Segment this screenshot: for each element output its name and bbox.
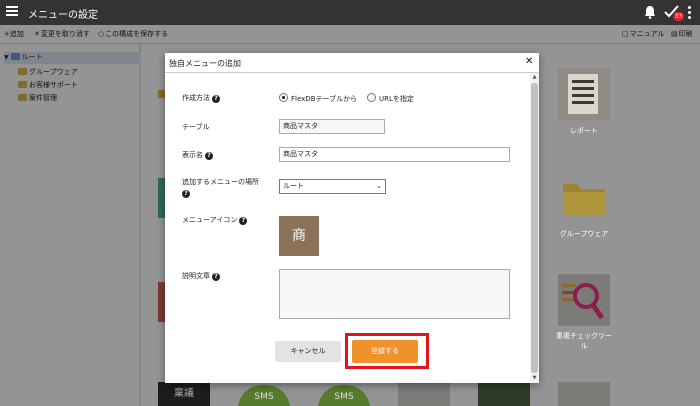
radio-url-label[interactable]: URLを指定 [379, 94, 414, 104]
help-icon[interactable]: ? [239, 217, 248, 225]
app-header: メニューの設定 33 [0, 0, 700, 25]
scroll-up-icon[interactable]: ▲ [531, 74, 538, 81]
duplicate-check-label-line2: ル [580, 342, 588, 350]
partial-tile-icon[interactable] [558, 382, 610, 406]
close-icon[interactable]: ✕ [525, 57, 533, 67]
menu-icon-preview[interactable]: 商 [279, 216, 319, 256]
table-field[interactable]: 商品マスタ [279, 119, 385, 134]
description-label: 説明文章? [182, 271, 220, 281]
sms-text: SMS [334, 392, 354, 402]
star-tile-icon[interactable] [478, 382, 530, 406]
approval-tile-icon[interactable]: 稟議 [158, 382, 210, 406]
more-options-icon[interactable] [688, 6, 692, 19]
duplicate-check-label: 重複チェックツー ル [539, 331, 629, 351]
bell-icon[interactable] [644, 5, 656, 19]
chevron-down-icon: ⌄ [376, 182, 382, 190]
approval-tile-text: 稟議 [174, 388, 194, 399]
report-label: レポート [570, 127, 598, 135]
dialog-scrollbar[interactable]: ▲ ▼ [530, 73, 539, 383]
magnifier-icon[interactable] [558, 274, 610, 326]
radio-url[interactable] [367, 93, 376, 102]
page-title: メニューの設定 [28, 10, 98, 21]
help-icon[interactable]: ? [205, 152, 213, 160]
menu-location-select[interactable]: ルート ⌄ [279, 179, 386, 194]
radio-flexdb[interactable] [279, 93, 288, 102]
display-name-field[interactable]: 商品マスタ [279, 147, 510, 162]
menu-icon-label: メニューアイコン? [182, 215, 248, 225]
partial-tile-icon[interactable] [398, 382, 450, 406]
display-name-label: 表示名? [182, 150, 213, 160]
help-icon[interactable]: ? [212, 273, 220, 281]
cancel-button[interactable]: キャンセル [275, 341, 341, 362]
scroll-down-icon[interactable]: ▼ [531, 375, 538, 382]
table-label: テーブル [182, 123, 210, 131]
dialog-header: 独自メニューの追加 ✕ [165, 53, 539, 73]
hamburger-menu-icon[interactable] [6, 6, 18, 18]
folder-icon[interactable] [561, 178, 607, 218]
report-icon[interactable] [558, 68, 610, 120]
highlight-annotation [345, 333, 429, 369]
dialog-title: 独自メニューの追加 [169, 59, 241, 68]
sms-text: SMS [254, 392, 274, 402]
menu-location-value: ルート [283, 182, 304, 190]
description-textarea[interactable] [279, 269, 510, 319]
help-icon[interactable]: ? [212, 95, 220, 103]
creation-method-label: 作成方法? [182, 93, 220, 103]
menu-icon-text: メニューアイコン [182, 216, 238, 224]
radio-flexdb-label[interactable]: FlexDBテーブルから [291, 94, 357, 104]
menu-location-text: 追加するメニューの場所 [182, 178, 259, 186]
creation-method-text: 作成方法 [182, 94, 210, 102]
groupware-label: グループウェア [559, 230, 609, 238]
display-name-text: 表示名 [182, 151, 203, 159]
help-icon[interactable]: ? [182, 190, 190, 198]
description-text: 説明文章 [182, 272, 210, 280]
menu-location-label: 追加するメニューの場所 ? [182, 177, 259, 198]
scroll-thumb[interactable] [531, 83, 538, 373]
duplicate-check-label-line1: 重複チェックツー [556, 332, 612, 340]
notification-badge: 33 [673, 12, 684, 21]
add-custom-menu-dialog: 独自メニューの追加 ✕ ▲ ▼ 作成方法? FlexDBテーブルから URLを指… [165, 53, 539, 383]
